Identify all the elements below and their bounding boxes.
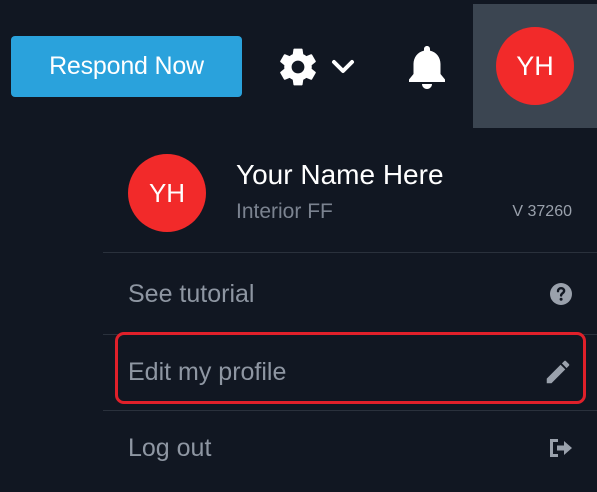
divider [103, 252, 597, 253]
avatar: YH [496, 27, 574, 105]
menu-item-label: See tutorial [128, 279, 255, 308]
pencil-icon [543, 357, 573, 387]
menu-item-see-tutorial[interactable]: See tutorial [103, 256, 597, 332]
menu-item-label: Log out [128, 433, 212, 462]
profile-header: YH Your Name Here Interior FF V 37260 [103, 128, 597, 252]
gear-icon [276, 45, 320, 89]
chevron-down-icon [330, 57, 356, 77]
respond-now-button[interactable]: Respond Now [11, 36, 242, 97]
settings-menu-toggle[interactable] [276, 45, 364, 89]
app-frame: Respond Now YH YH Your Name Here Interio… [0, 0, 597, 492]
bell-icon[interactable] [405, 44, 449, 90]
user-menu-toggle[interactable]: YH [473, 4, 597, 128]
menu-item-log-out[interactable]: Log out [103, 410, 597, 486]
user-dropdown-menu: YH Your Name Here Interior FF V 37260 Se… [103, 128, 597, 492]
version-label: V 37260 [512, 203, 572, 220]
profile-company: Interior FF [236, 200, 333, 223]
profile-avatar: YH [128, 154, 206, 232]
menu-item-edit-my-profile[interactable]: Edit my profile [103, 334, 597, 410]
question-circle-icon [549, 282, 573, 306]
sign-out-icon [547, 436, 573, 460]
profile-name: Your Name Here [236, 159, 444, 190]
menu-item-label: Edit my profile [128, 357, 287, 386]
